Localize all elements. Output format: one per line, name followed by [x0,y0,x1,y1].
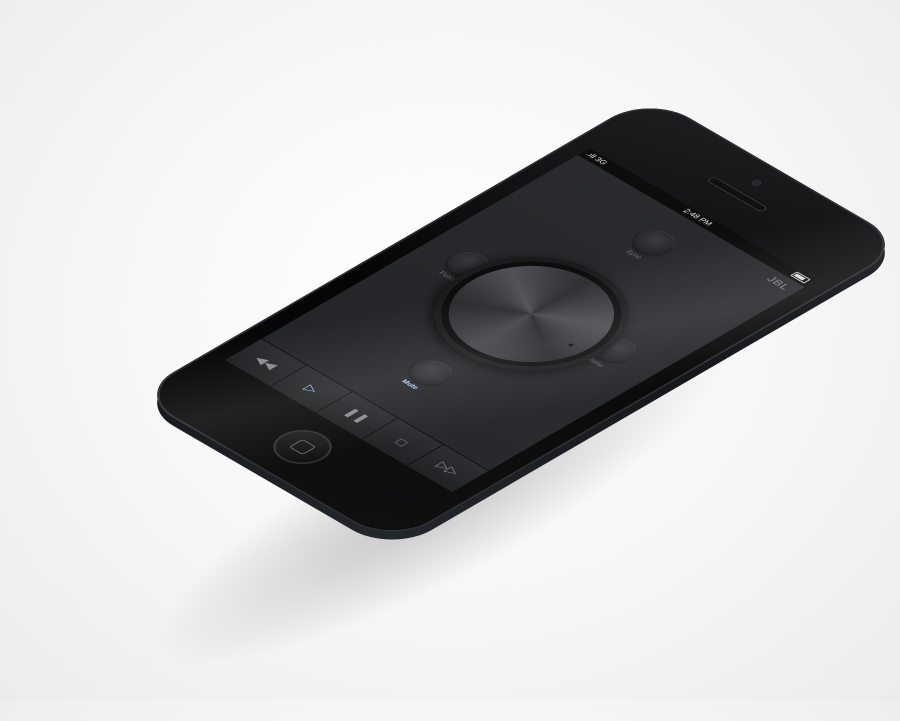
play-icon: ▷ [300,382,323,396]
rewind-icon: ◀◀ [250,353,282,372]
home-button[interactable] [261,423,344,471]
status-bar: .ıll 3G 2:48 PM [577,148,817,287]
front-camera-icon [749,179,764,187]
stop-icon: □ [392,436,413,448]
status-time: 2:48 PM [681,207,715,227]
transport-bar: ◀◀ ▷ ❚❚ □ ▷▷ [225,338,490,492]
home-square-icon [288,439,317,455]
pause-icon: ❚❚ [341,406,373,425]
stage: .ıll 3G 2:48 PM JBL Sync Menu Func Mute … [0,0,900,721]
fast-forward-icon: ▷▷ [433,459,464,478]
phone-device: .ıll 3G 2:48 PM JBL Sync Menu Func Mute … [134,95,900,553]
knob-indicator [567,343,575,347]
